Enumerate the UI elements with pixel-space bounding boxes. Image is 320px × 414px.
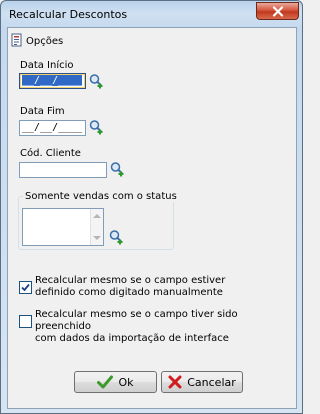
cod-cliente-label: Cód. Cliente xyxy=(20,148,81,159)
window-title: Recalcular Descontos xyxy=(9,8,128,21)
status-group-title: Somente vendas com o status xyxy=(23,191,179,202)
ok-button-label: Ok xyxy=(118,375,134,389)
ok-button[interactable]: Ok xyxy=(74,371,157,393)
dialog-body: Opções Data Início __/__/____ Data Fim _… xyxy=(7,27,297,409)
data-fim-value: __/__/____ xyxy=(22,122,83,133)
data-inicio-value: __/__/____ xyxy=(22,75,83,86)
check-green-icon xyxy=(97,375,114,389)
cancel-button[interactable]: Cancelar xyxy=(161,371,243,393)
close-icon xyxy=(272,5,283,17)
recalc-manual-label-line2: definido como digitado manualmente xyxy=(35,287,223,298)
data-fim-label: Data Fim xyxy=(20,106,65,117)
data-inicio-label: Data Início xyxy=(20,60,74,71)
cancel-x-icon xyxy=(168,375,182,389)
recalc-import-label-line1: Recalcular mesmo se o campo tiver sido p… xyxy=(35,309,238,332)
recalc-manual-label-line1: Recalcular mesmo se o campo estiver xyxy=(35,275,226,286)
dialog-window: Recalcular Descontos Opções Data Início … xyxy=(0,0,303,414)
checkmark-icon xyxy=(21,283,30,292)
data-fim-lookup-icon[interactable] xyxy=(88,119,104,135)
status-lookup-icon[interactable] xyxy=(108,229,124,245)
status-listbox-scrollbar[interactable] xyxy=(90,209,103,245)
recalc-import-checkbox[interactable] xyxy=(19,315,32,328)
cancel-button-label: Cancelar xyxy=(187,375,236,389)
cod-cliente-lookup-icon[interactable] xyxy=(109,161,125,177)
data-fim-input[interactable]: __/__/____ xyxy=(19,120,86,136)
options-icon xyxy=(11,33,22,47)
status-listbox[interactable] xyxy=(22,208,104,246)
recalc-manual-checkbox[interactable] xyxy=(19,281,32,294)
data-inicio-lookup-icon[interactable] xyxy=(88,73,104,89)
options-section-label: Opções xyxy=(26,36,64,47)
cod-cliente-input[interactable] xyxy=(19,162,107,178)
close-button[interactable] xyxy=(256,2,299,20)
recalc-import-label-line2: com dados da importação de interface xyxy=(35,333,229,344)
recalc-import-label: Recalcular mesmo se o campo tiver sido p… xyxy=(35,309,296,345)
data-inicio-input[interactable]: __/__/____ xyxy=(19,73,86,89)
scroll-down-icon[interactable] xyxy=(93,236,101,240)
scroll-up-icon[interactable] xyxy=(93,214,101,218)
recalc-manual-label: Recalcular mesmo se o campo estiver defi… xyxy=(35,275,225,299)
